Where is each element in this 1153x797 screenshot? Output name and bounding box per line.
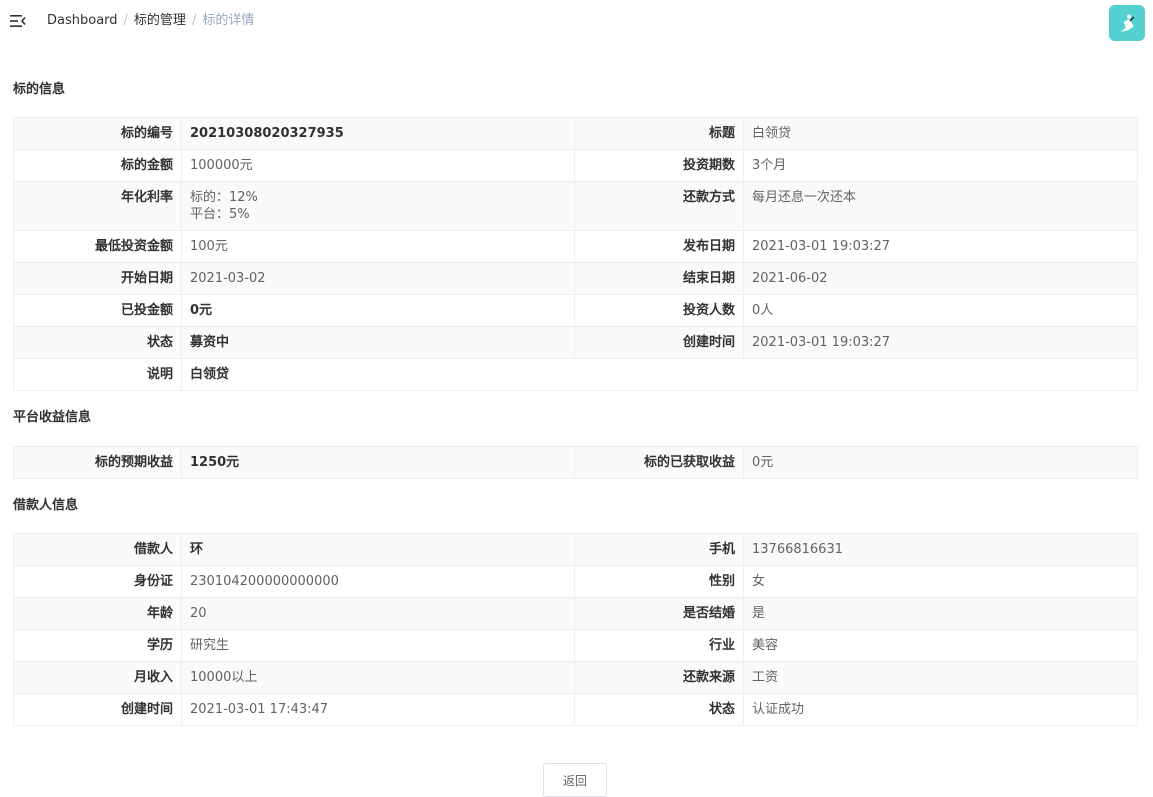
loan-number-label: 标的编号 bbox=[13, 117, 182, 150]
loan-amount-value: 100000元 bbox=[181, 149, 575, 182]
borrower-industry-value: 美容 bbox=[743, 629, 1138, 662]
end-date-value: 2021-06-02 bbox=[743, 262, 1138, 295]
borrower-married-label: 是否结婚 bbox=[574, 597, 744, 630]
borrower-status-label: 状态 bbox=[574, 693, 744, 726]
annual-rate-platform: 平台：5% bbox=[190, 207, 250, 222]
end-date-label: 结束日期 bbox=[574, 262, 744, 295]
investor-count-value: 0人 bbox=[743, 294, 1138, 327]
table-row: 最低投资金额 100元 发布日期 2021-03-01 19:03:27 bbox=[13, 230, 1138, 263]
borrower-created-label: 创建时间 bbox=[13, 693, 182, 726]
borrower-income-label: 月收入 bbox=[13, 661, 182, 694]
loan-amount-label: 标的金额 bbox=[13, 149, 182, 182]
section-title-platform-income: 平台收益信息 bbox=[13, 410, 92, 425]
loan-title-value: 白领贷 bbox=[743, 117, 1138, 150]
borrower-phone-value: 13766816631 bbox=[743, 533, 1138, 566]
back-button[interactable]: 返回 bbox=[543, 763, 607, 797]
repay-source-value: 工资 bbox=[743, 661, 1138, 694]
annual-rate-label: 年化利率 bbox=[13, 181, 182, 231]
breadcrumb-loan-detail: 标的详情 bbox=[202, 13, 255, 28]
section-title-loan-info: 标的信息 bbox=[13, 82, 66, 97]
navbar: Dashboard / 标的管理 / 标的详情 bbox=[0, 0, 1153, 44]
investor-count-label: 投资人数 bbox=[574, 294, 744, 327]
publish-date-value: 2021-03-01 19:03:27 bbox=[743, 230, 1138, 263]
borrower-info-table: 借款人 环 手机 13766816631 身份证 230104200000000… bbox=[13, 533, 1138, 726]
annual-rate-loan: 标的：12% bbox=[190, 190, 258, 205]
repay-method-value: 每月还息一次还本 bbox=[743, 181, 1138, 231]
platform-income-table: 标的预期收益 1250元 标的已获取收益 0元 bbox=[13, 446, 1138, 479]
table-row: 说明 白领贷 bbox=[13, 358, 1138, 391]
breadcrumb-separator: / bbox=[191, 13, 197, 28]
start-date-label: 开始日期 bbox=[13, 262, 182, 295]
borrower-name-label: 借款人 bbox=[13, 533, 182, 566]
start-date-value: 2021-03-02 bbox=[181, 262, 575, 295]
earned-income-value: 0元 bbox=[743, 446, 1138, 479]
expected-income-value: 1250元 bbox=[181, 446, 575, 479]
loan-created-label: 创建时间 bbox=[574, 326, 744, 359]
repay-source-label: 还款来源 bbox=[574, 661, 744, 694]
borrower-education-value: 研究生 bbox=[181, 629, 575, 662]
table-row: 年化利率 标的：12% 平台：5% 还款方式 每月还息一次还本 bbox=[13, 181, 1138, 231]
borrower-education-label: 学历 bbox=[13, 629, 182, 662]
borrower-industry-label: 行业 bbox=[574, 629, 744, 662]
breadcrumb: Dashboard / 标的管理 / 标的详情 bbox=[47, 13, 254, 29]
borrower-id-label: 身份证 bbox=[13, 565, 182, 598]
loan-title-label: 标题 bbox=[574, 117, 744, 150]
borrower-gender-value: 女 bbox=[743, 565, 1138, 598]
loan-created-value: 2021-03-01 19:03:27 bbox=[743, 326, 1138, 359]
loan-periods-label: 投资期数 bbox=[574, 149, 744, 182]
loan-status-value: 募资中 bbox=[181, 326, 575, 359]
earned-income-label: 标的已获取收益 bbox=[574, 446, 744, 479]
borrower-name-value: 环 bbox=[181, 533, 575, 566]
table-row: 标的编号 20210308020327935 标题 白领贷 bbox=[13, 117, 1138, 150]
table-row: 状态 募资中 创建时间 2021-03-01 19:03:27 bbox=[13, 326, 1138, 359]
user-avatar-icon[interactable] bbox=[1109, 5, 1145, 41]
loan-desc-label: 说明 bbox=[13, 358, 182, 391]
breadcrumb-loan-management[interactable]: 标的管理 bbox=[134, 13, 186, 28]
borrower-married-value: 是 bbox=[743, 597, 1138, 630]
table-row: 月收入 10000以上 还款来源 工资 bbox=[13, 661, 1138, 694]
loan-desc-value: 白领贷 bbox=[181, 358, 1138, 391]
table-row: 标的金额 100000元 投资期数 3个月 bbox=[13, 149, 1138, 182]
min-investment-value: 100元 bbox=[181, 230, 575, 263]
table-row: 已投金额 0元 投资人数 0人 bbox=[13, 294, 1138, 327]
expected-income-label: 标的预期收益 bbox=[13, 446, 182, 479]
publish-date-label: 发布日期 bbox=[574, 230, 744, 263]
borrower-income-value: 10000以上 bbox=[181, 661, 575, 694]
borrower-status-value: 认证成功 bbox=[743, 693, 1138, 726]
loan-periods-value: 3个月 bbox=[743, 149, 1138, 182]
borrower-age-value: 20 bbox=[181, 597, 575, 630]
breadcrumb-separator: / bbox=[123, 13, 128, 28]
borrower-age-label: 年龄 bbox=[13, 597, 182, 630]
table-row: 创建时间 2021-03-01 17:43:47 状态 认证成功 bbox=[13, 693, 1138, 726]
min-investment-label: 最低投资金额 bbox=[13, 230, 182, 263]
invested-amount-value: 0元 bbox=[181, 294, 575, 327]
borrower-id-value: 230104200000000000 bbox=[181, 565, 575, 598]
borrower-phone-label: 手机 bbox=[574, 533, 744, 566]
table-row: 身份证 230104200000000000 性别 女 bbox=[13, 565, 1138, 598]
table-row: 标的预期收益 1250元 标的已获取收益 0元 bbox=[13, 446, 1138, 479]
table-row: 开始日期 2021-03-02 结束日期 2021-06-02 bbox=[13, 262, 1138, 295]
hamburger-icon[interactable] bbox=[10, 13, 26, 29]
loan-info-table: 标的编号 20210308020327935 标题 白领贷 标的金额 10000… bbox=[13, 117, 1138, 391]
borrower-gender-label: 性别 bbox=[574, 565, 744, 598]
table-row: 借款人 环 手机 13766816631 bbox=[13, 533, 1138, 566]
table-row: 学历 研究生 行业 美容 bbox=[13, 629, 1138, 662]
loan-status-label: 状态 bbox=[13, 326, 182, 359]
loan-number-value: 20210308020327935 bbox=[181, 117, 575, 150]
annual-rate-value: 标的：12% 平台：5% bbox=[181, 181, 575, 231]
breadcrumb-dashboard[interactable]: Dashboard bbox=[47, 13, 118, 28]
invested-amount-label: 已投金额 bbox=[13, 294, 182, 327]
table-row: 年龄 20 是否结婚 是 bbox=[13, 597, 1138, 630]
repay-method-label: 还款方式 bbox=[574, 181, 744, 231]
borrower-created-value: 2021-03-01 17:43:47 bbox=[181, 693, 575, 726]
section-title-borrower-info: 借款人信息 bbox=[13, 498, 79, 513]
